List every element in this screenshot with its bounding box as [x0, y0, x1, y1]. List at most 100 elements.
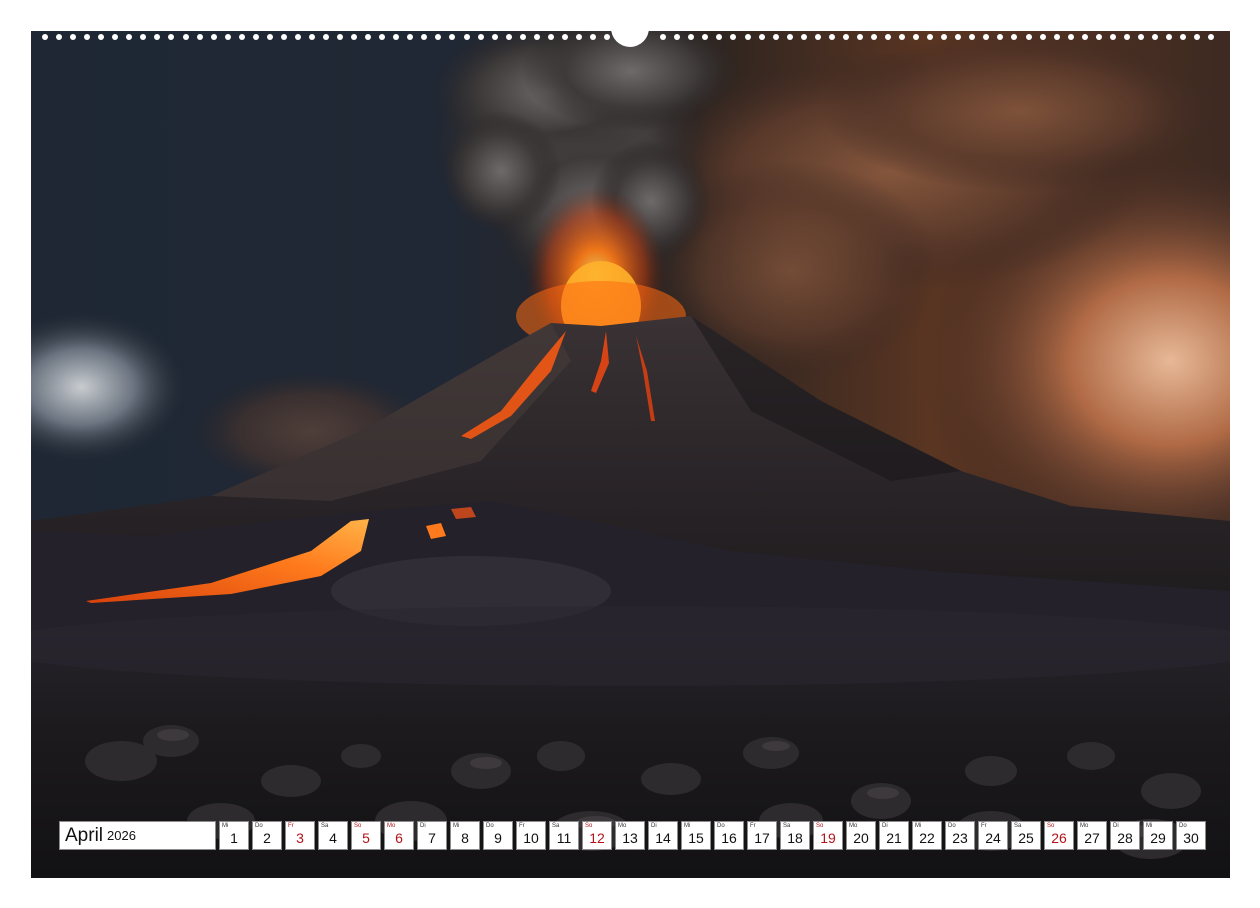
- day-number: 25: [1018, 830, 1034, 846]
- day-number: 23: [952, 830, 968, 846]
- binding-hole: [393, 34, 400, 40]
- weekday-abbrev: Mo: [1080, 823, 1089, 829]
- day-cell: Fr 3: [285, 821, 315, 850]
- weekday-abbrev: Fr: [288, 823, 294, 829]
- day-number: 13: [622, 830, 638, 846]
- binding-hole: [856, 34, 863, 40]
- day-number: 24: [985, 830, 1001, 846]
- binding-hole: [323, 34, 329, 40]
- weekday-abbrev: Fr: [519, 823, 525, 829]
- binding-hole: [1180, 34, 1187, 40]
- binding-hole: [294, 34, 301, 40]
- day-number: 26: [1051, 830, 1067, 846]
- binding-hole: [983, 34, 990, 40]
- binding-hole: [168, 34, 175, 40]
- date-strip: April 2026 Mi 1 Do 2 Fr 3 Sa 4 So 5 Mo 6 Di 7 Mi 8 Do 9 Fr…: [59, 821, 1206, 850]
- day-cell: Mi 29: [1143, 821, 1173, 850]
- day-cell: Sa 25: [1011, 821, 1041, 850]
- binding-hole: [140, 34, 147, 40]
- binding-hole: [533, 34, 540, 40]
- binding-hole: [1025, 34, 1032, 40]
- binding-hole: [800, 34, 807, 40]
- day-number: 16: [721, 830, 737, 846]
- day-number: 27: [1084, 830, 1100, 846]
- binding-hole: [196, 34, 203, 40]
- day-number: 18: [787, 830, 803, 846]
- binding-hole: [505, 34, 512, 40]
- day-cell: Sa 4: [318, 821, 348, 850]
- day-number: 10: [523, 830, 539, 846]
- binding-hole: [337, 34, 344, 40]
- weekday-abbrev: Sa: [783, 823, 791, 829]
- binding-hole: [716, 34, 723, 40]
- day-number: 11: [556, 830, 572, 846]
- binding-hole: [449, 34, 456, 40]
- binding-hole: [224, 34, 231, 40]
- weekday-abbrev: Di: [420, 823, 426, 829]
- binding-hole: [997, 34, 1004, 40]
- weekday-abbrev: Do: [1179, 823, 1187, 829]
- binding-hole: [210, 34, 217, 40]
- binding-hole: [1137, 34, 1144, 40]
- day-cell: So 5: [351, 821, 381, 850]
- binding-hole: [842, 34, 849, 40]
- binding-hole: [1067, 34, 1074, 40]
- binding-hole: [112, 34, 119, 40]
- binding-hole: [758, 34, 765, 40]
- binding-hole: [519, 34, 526, 40]
- day-cell: Sa 18: [780, 821, 810, 850]
- day-cell: Mi 1: [219, 821, 249, 850]
- day-cell: Mi 15: [681, 821, 711, 850]
- binding-hole: [252, 34, 259, 40]
- day-cell: Di 28: [1110, 821, 1140, 850]
- weekday-abbrev: So: [816, 823, 824, 829]
- day-number: 30: [1183, 830, 1199, 846]
- weekday-abbrev: So: [1047, 823, 1055, 829]
- day-number: 15: [688, 830, 704, 846]
- weekday-abbrev: Sa: [321, 823, 329, 829]
- binding-hole: [674, 34, 681, 40]
- weekday-abbrev: Mi: [915, 823, 922, 829]
- binding-hole: [98, 34, 105, 40]
- binding-hole: [885, 34, 891, 40]
- binding-hole: [589, 34, 596, 40]
- binding-hole: [84, 34, 91, 40]
- binding-hole: [351, 34, 358, 40]
- weekday-abbrev: Fr: [750, 823, 756, 829]
- binding-hole: [435, 34, 442, 40]
- day-number: 12: [589, 830, 605, 846]
- binding-hole: [702, 34, 709, 40]
- day-number: 28: [1117, 830, 1133, 846]
- binding-hole: [828, 34, 835, 40]
- binding-hole: [421, 34, 428, 40]
- binding-hole: [575, 34, 582, 40]
- day-cell: Mi 22: [912, 821, 942, 850]
- weekday-abbrev: Di: [1113, 823, 1119, 829]
- day-number: 22: [919, 830, 935, 846]
- day-cell: Fr 10: [516, 821, 546, 850]
- binding-hole: [70, 34, 77, 40]
- weekday-abbrev: Di: [882, 823, 888, 829]
- binding-hole: [604, 34, 610, 40]
- day-cell: Mo 13: [615, 821, 645, 850]
- binding-hole: [870, 34, 877, 40]
- weekday-abbrev: So: [354, 823, 362, 829]
- binding-hole: [308, 34, 315, 40]
- weekday-abbrev: Mi: [684, 823, 691, 829]
- volcano-illustration: [31, 31, 1230, 878]
- binding-hole: [491, 34, 498, 40]
- weekday-abbrev: Mo: [849, 823, 858, 829]
- binding-hole: [1053, 34, 1060, 40]
- binding-hole: [1109, 34, 1116, 40]
- day-number: 21: [886, 830, 902, 846]
- day-number: 3: [296, 830, 304, 846]
- binding-hole: [56, 34, 63, 40]
- binding-hole: [786, 34, 793, 40]
- binding-hole: [744, 34, 751, 40]
- day-cell: Do 9: [483, 821, 513, 850]
- weekday-abbrev: Mo: [387, 823, 396, 829]
- day-number: 29: [1150, 830, 1166, 846]
- binding-hole: [927, 34, 934, 40]
- binding-hole: [547, 34, 554, 40]
- binding-hole: [899, 34, 906, 40]
